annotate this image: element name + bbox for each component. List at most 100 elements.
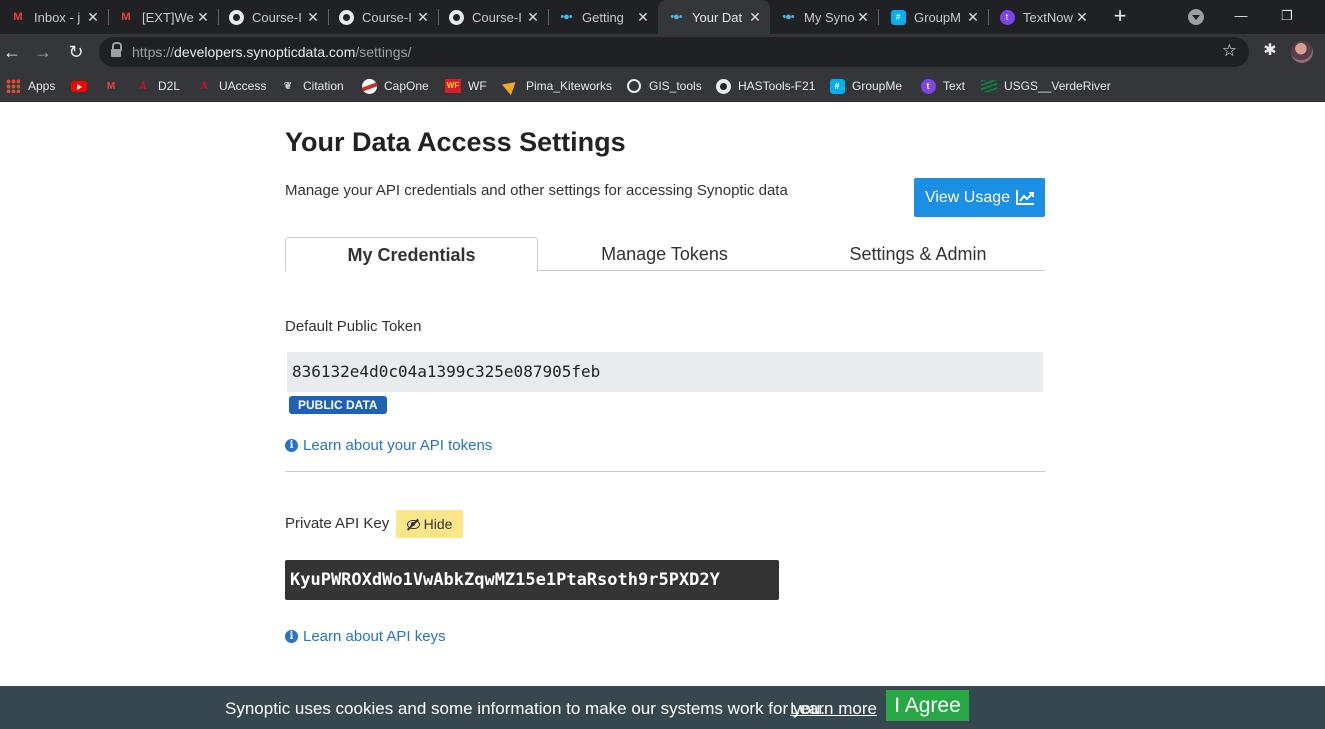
close-icon[interactable]: ✕ [414,9,432,26]
bookmark-label: WF [468,79,487,93]
close-icon[interactable]: ✕ [304,9,322,26]
tab-textnow[interactable]: t TextNow ✕ [989,0,1097,34]
bookmark-wf[interactable]: WF WF [445,77,487,95]
new-tab-button[interactable]: + [1108,4,1132,30]
tab-course-3[interactable]: Course-I ✕ [438,0,548,34]
gmail-icon: M [106,80,116,92]
tab-course-1[interactable]: Course-I ✕ [218,0,328,34]
maximize-button[interactable]: ❐ [1272,4,1302,28]
github-icon [228,9,244,25]
bookmark-d2l[interactable]: A D2L [135,77,180,95]
close-icon[interactable]: ✕ [854,9,872,26]
eye-slash-icon [406,519,420,529]
tab-inbox[interactable]: M Inbox - j ✕ [0,0,108,34]
private-key-field[interactable]: KyuPWROXdWo1VwAbkZqwMZ15e1PtaRsoth9r5PXD… [285,560,779,600]
capital-one-icon [361,78,377,94]
bookmark-label: USGS__VerdeRiver [1004,79,1111,93]
address-bar[interactable]: https://developers.synopticdata.com/sett… [99,37,1249,67]
settings-tabs: My Credentials Manage Tokens Settings & … [285,237,1045,272]
back-button[interactable]: ← [0,40,24,64]
bookmark-star-icon[interactable]: ☆ [1222,41,1237,61]
close-icon[interactable]: ✕ [634,9,652,26]
bookmark-capone[interactable]: CapOne [361,77,429,95]
tab-title: Course-I [472,9,522,25]
page-description: Manage your API credentials and other se… [285,182,788,199]
close-icon[interactable]: ✕ [1073,9,1091,26]
tab-separator [878,9,879,25]
agree-button[interactable]: I Agree [886,690,969,721]
tab-title: [EXT]We [142,9,194,25]
tab-my-credentials[interactable]: My Credentials [285,237,538,272]
profile-avatar[interactable] [1291,41,1313,63]
tab-getting-started[interactable]: •●• Getting ✕ [548,0,658,34]
learn-api-keys-link[interactable]: i Learn about API keys [285,628,446,645]
close-icon[interactable]: ✕ [746,9,764,26]
lock-icon[interactable] [111,42,122,58]
bookmark-label: Pima_Kiteworks [526,79,613,93]
bookmark-hastools[interactable]: HASTools-F21 [715,77,815,95]
bookmark-groupme[interactable]: # GroupMe [829,77,902,95]
reload-button[interactable]: ↻ [64,40,88,64]
line-chart-icon [1016,190,1035,205]
close-icon[interactable]: ✕ [84,9,102,26]
tab-course-2[interactable]: Course-I ✕ [328,0,438,34]
extensions-puzzle-icon[interactable]: ✱ [1260,40,1280,60]
cookie-learn-more-link[interactable]: Learn more [790,699,877,719]
bookmark-text[interactable]: t Text [920,77,965,95]
url-text: https://developers.synopticdata.com/sett… [132,44,412,60]
tab-manage-tokens[interactable]: Manage Tokens [538,237,791,271]
kiteworks-icon [501,76,521,96]
close-icon[interactable]: ✕ [194,9,212,26]
forward-button[interactable]: → [31,40,55,64]
tab-ext-message[interactable]: M [EXT]We ✕ [108,0,218,34]
bookmark-youtube[interactable] [71,77,94,95]
link-text: Learn about your API tokens [303,437,493,454]
cookie-consent-bar: Synoptic uses cookies and some informati… [0,686,1325,729]
tab-your-data-access[interactable]: •●• Your Dat ✕ [658,0,770,34]
arizona-a-icon: A [200,80,208,92]
cookie-message: Synoptic uses cookies and some informati… [225,699,825,718]
tab-title: Getting [582,9,624,25]
learn-api-tokens-link[interactable]: i Learn about your API tokens [285,437,492,454]
arizona-a-icon: A [139,80,147,92]
groupme-icon: # [829,78,845,94]
close-icon[interactable]: ✕ [964,9,982,26]
bookmark-usgs-verderiver[interactable]: USGS__VerdeRiver [981,77,1111,95]
tab-title: GroupM [914,9,961,25]
synoptic-icon: •●• [560,11,572,23]
bookmark-label: GroupMe [852,79,903,93]
tab-groupme[interactable]: # GroupM ✕ [880,0,988,34]
close-icon[interactable]: ✕ [524,9,542,26]
bookmark-pima-kiteworks[interactable]: Pima_Kiteworks [501,76,613,96]
tab-settings-admin[interactable]: Settings & Admin [791,237,1045,271]
synoptic-icon: •●• [782,11,794,23]
bookmark-citation[interactable]: ❦ Citation [280,77,344,95]
bookmark-apps[interactable]: Apps [5,77,55,95]
bookmark-label: Text [943,79,966,93]
public-data-badge: PUBLIC DATA [289,396,387,414]
textnow-icon: t [920,78,936,94]
tab-title: Course-I [252,9,302,25]
minimize-button[interactable]: — [1226,4,1256,28]
github-icon [448,9,464,25]
bookmark-label: HASTools-F21 [738,79,816,93]
bookmark-uaccess[interactable]: A UAccess [196,77,266,95]
hide-key-button[interactable]: Hide [396,510,463,538]
tab-my-synoptic[interactable]: •●• My Syno ✕ [770,0,878,34]
github-icon [338,9,354,25]
bookmark-gis-tools[interactable]: GIS_tools [626,77,702,95]
tab-title: Inbox - j [34,9,81,25]
info-icon: i [285,439,298,452]
tab-search-icon[interactable] [1188,9,1204,25]
bookmark-label: Citation [303,79,344,93]
tab-title: My Syno [804,9,854,25]
bookmark-label: GIS_tools [649,79,702,93]
page-content: Your Data Access Settings Manage your AP… [0,103,1325,729]
bookmark-label: D2L [158,79,181,93]
bookmark-gmail[interactable]: M [103,77,126,95]
tab-title: TextNow [1023,9,1073,25]
apps-grid-icon [5,78,21,94]
browser-toolbar: ← → ↻ https://developers.synopticdata.co… [0,34,1325,70]
public-token-field[interactable]: 836132e4d0c04a1399c325e087905feb [287,352,1043,392]
view-usage-button[interactable]: View Usage [914,178,1045,217]
